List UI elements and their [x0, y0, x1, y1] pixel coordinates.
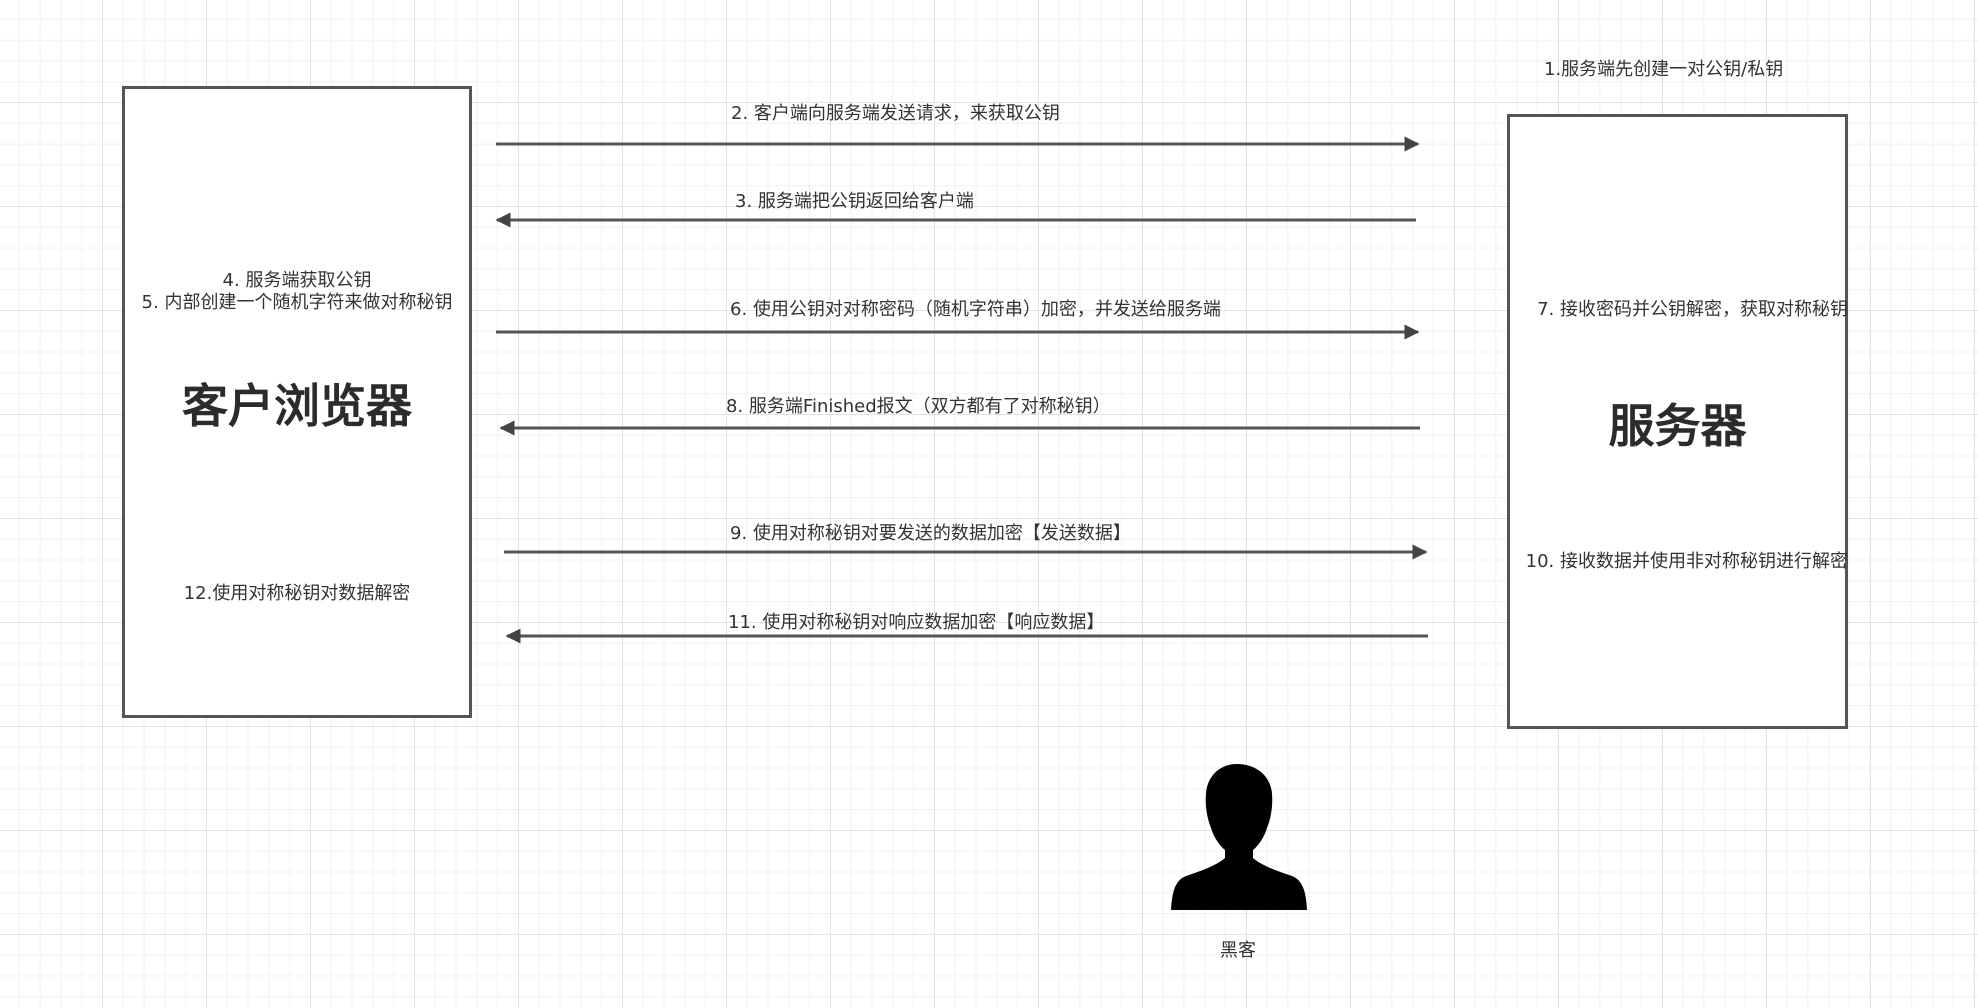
person-silhouette-icon [1171, 764, 1307, 910]
hacker-label: 黑客 [1220, 940, 1256, 961]
message-arrows [495, 136, 1428, 910]
